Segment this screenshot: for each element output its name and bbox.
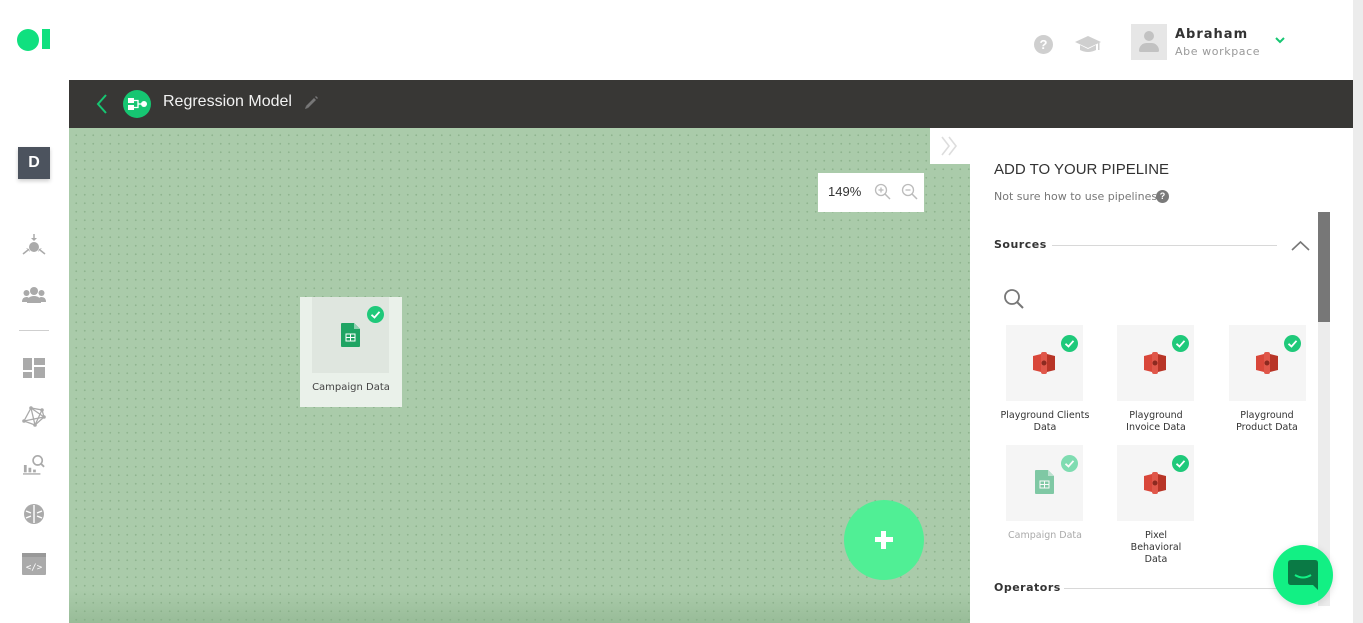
check-circle-icon — [1172, 335, 1189, 352]
google-sheets-icon — [1035, 470, 1054, 494]
source-card-disabled — [1006, 445, 1083, 521]
question-circle-icon[interactable]: ? — [1156, 190, 1169, 203]
chart-search-icon[interactable] — [22, 454, 46, 476]
dashboard-icon[interactable] — [22, 357, 46, 379]
page-scrollbar[interactable] — [1353, 0, 1363, 623]
source-label: Pixel Behavioral Data — [1130, 530, 1182, 565]
add-node-button[interactable] — [844, 500, 924, 580]
amazon-s3-icon — [1256, 352, 1278, 374]
zoom-level: 149% — [828, 184, 862, 199]
pencil-icon[interactable] — [303, 95, 319, 111]
operators-divider — [1064, 588, 1284, 589]
check-circle-icon — [1284, 335, 1301, 352]
check-circle-icon — [1061, 455, 1078, 472]
zoom-in-icon[interactable] — [874, 183, 892, 201]
double-chevron-right-icon — [941, 136, 958, 156]
avatar-head — [1144, 31, 1154, 41]
graduation-cap-icon[interactable] — [1074, 34, 1102, 54]
code-icon[interactable]: </> — [22, 553, 46, 575]
operators-section-label[interactable]: Operators — [994, 581, 1061, 594]
workspace-badge[interactable]: D — [18, 147, 50, 179]
logo-circle — [17, 29, 39, 51]
chevron-up-icon[interactable] — [1291, 240, 1310, 251]
pipeline-glyph — [128, 98, 147, 110]
logo-bar — [42, 29, 50, 49]
brain-icon[interactable] — [22, 503, 46, 525]
zoom-out-icon[interactable] — [901, 183, 919, 201]
panel-help-text[interactable]: Not sure how to use pipelines — [994, 190, 1157, 203]
canvas-bottom-shadow — [69, 590, 970, 623]
node-label: Campaign Data — [312, 382, 390, 393]
chevron-down-icon[interactable] — [1275, 36, 1285, 44]
chevron-left-icon[interactable] — [96, 93, 108, 115]
amazon-s3-icon — [1144, 472, 1166, 494]
network-icon[interactable] — [22, 405, 46, 427]
google-sheets-icon — [341, 323, 360, 347]
pipeline-title: Regression Model — [163, 93, 292, 110]
source-label: Playground Product Data — [1236, 410, 1298, 433]
source-card[interactable] — [1006, 325, 1083, 401]
source-card[interactable] — [1229, 325, 1306, 401]
source-label: Playground Invoice Data — [1126, 410, 1186, 433]
panel-title: ADD TO YOUR PIPELINE — [994, 161, 1170, 178]
converge-icon[interactable] — [22, 233, 46, 255]
sources-divider — [1052, 245, 1277, 246]
check-circle-icon — [1061, 335, 1078, 352]
panel-scrollbar-thumb[interactable] — [1318, 212, 1330, 322]
amazon-s3-icon — [1033, 352, 1055, 374]
chat-button[interactable] — [1273, 545, 1333, 605]
search-icon[interactable] — [1003, 288, 1025, 310]
users-icon[interactable] — [22, 284, 46, 306]
sources-section-label: Sources — [994, 238, 1047, 251]
source-label: Campaign Data — [1008, 530, 1082, 541]
source-card[interactable] — [1117, 445, 1194, 521]
check-circle-icon — [367, 306, 384, 323]
amazon-s3-icon — [1144, 352, 1166, 374]
logo[interactable] — [17, 29, 53, 51]
check-circle-icon — [1172, 455, 1189, 472]
source-label: Playground Clients Data — [1000, 410, 1090, 433]
chat-icon — [1288, 560, 1318, 590]
svg-text:</>: </> — [26, 563, 43, 573]
user-workspace[interactable]: Abe workpace — [1175, 45, 1260, 58]
avatar-body — [1139, 43, 1159, 52]
source-card[interactable] — [1117, 325, 1194, 401]
user-avatar-icon[interactable] — [1131, 24, 1167, 60]
user-name[interactable]: Abraham — [1175, 27, 1248, 42]
collapse-panel-button[interactable] — [930, 128, 970, 164]
question-circle-icon[interactable]: ? — [1034, 35, 1053, 54]
plus-icon-vertical — [881, 531, 886, 549]
sidebar-divider — [19, 330, 49, 331]
pipeline-icon — [123, 90, 151, 118]
